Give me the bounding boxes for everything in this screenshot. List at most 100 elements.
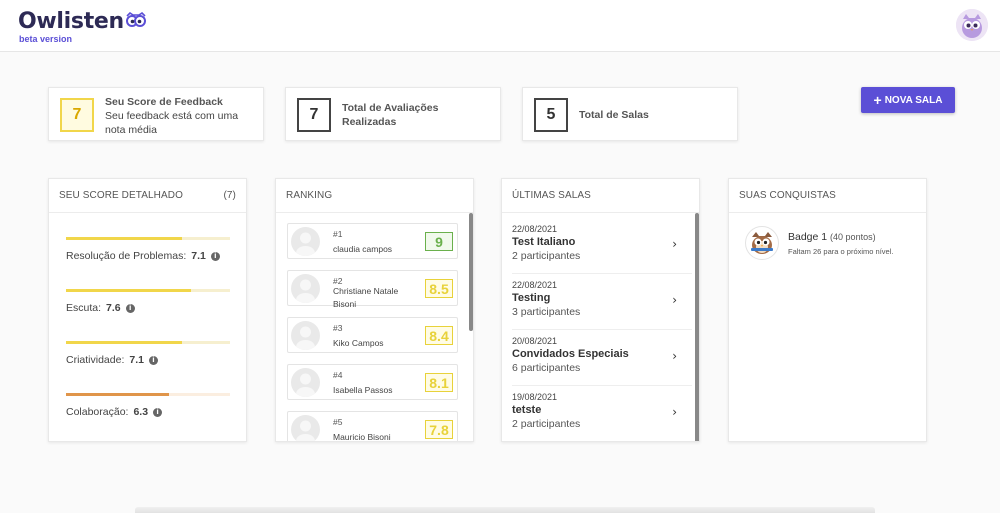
room-date: 22/08/2021: [512, 280, 558, 290]
score-value: 7.1: [191, 250, 206, 262]
room-item[interactable]: 22/08/2021 Test Italiano 2 participantes: [512, 224, 692, 262]
logo-text: Owlisten: [18, 9, 124, 34]
ranking-name: Christiane Natale Bisoni: [333, 286, 399, 309]
rooms-card: 5 Total de Salas: [522, 87, 738, 141]
score-label-text: Resolução de Problemas:: [66, 250, 187, 262]
footer-edge: [135, 507, 875, 513]
score-panel-header: SEU SCORE DETALHADO (7): [49, 179, 246, 213]
evaluations-title: Total de Avaliações Realizadas: [342, 102, 439, 128]
chevron-right-icon[interactable]: ›: [672, 349, 677, 363]
room-participants: 2 participantes: [512, 418, 581, 430]
rooms-value: 5: [534, 98, 568, 132]
new-room-label: NOVA SALA: [884, 94, 943, 106]
score-bar: [66, 393, 230, 396]
room-participants: 3 participantes: [512, 306, 581, 318]
ranking-row[interactable]: #1 claudia campos 9: [287, 223, 458, 259]
recent-rooms-scrollbar[interactable]: [695, 213, 699, 441]
user-placeholder-icon: [291, 227, 320, 256]
room-date: 20/08/2021: [512, 336, 558, 346]
chevron-right-icon[interactable]: ›: [672, 405, 677, 419]
info-icon[interactable]: i: [153, 407, 163, 417]
ranking-scrollbar[interactable]: [469, 213, 473, 331]
ranking-name: Kiko Campos: [333, 338, 384, 348]
score-panel: SEU SCORE DETALHADO (7) Resolução de Pro…: [48, 178, 247, 442]
recent-rooms-header: ÚLTIMAS SALAS: [502, 179, 699, 213]
score-label: Resolução de Problemas: 7.1 i: [66, 250, 230, 262]
ranking-name: claudia campos: [333, 244, 393, 254]
score-bar: [66, 237, 230, 240]
room-divider: [512, 441, 692, 442]
ranking-panel: RANKING #1 claudia campos 9 #2 Christiane Na…: [275, 178, 474, 442]
score-item: Resolução de Problemas: 7.1 i: [66, 237, 230, 262]
room-title: Testing: [512, 292, 551, 304]
score-bar: [66, 341, 230, 344]
feedback-score-label: Seu Score de Feedback Seu feedback está …: [105, 95, 255, 137]
ranking-score: 7.8: [425, 420, 453, 439]
achievements-title: SUAS CONQUISTAS: [739, 190, 836, 201]
score-panel-count: (7): [223, 190, 236, 201]
score-value: 7.1: [129, 354, 144, 366]
badge-name: Badge 1: [788, 231, 828, 243]
room-item[interactable]: 22/08/2021 Testing 3 participantes: [512, 280, 692, 318]
evaluations-label: Total de Avaliações Realizadas: [342, 101, 462, 129]
room-title: Convidados Especiais: [512, 348, 629, 360]
score-label: Escuta: 7.6 i: [66, 302, 230, 314]
new-room-button[interactable]: + NOVA SALA: [861, 87, 955, 113]
room-title: tetste: [512, 404, 542, 416]
room-date: 19/08/2021: [512, 392, 558, 402]
user-placeholder-icon: [291, 415, 320, 441]
evaluations-value: 7: [297, 98, 331, 132]
score-label-text: Escuta:: [66, 302, 102, 314]
ranking-row[interactable]: #2 Christiane Natale Bisoni 8.5: [287, 270, 458, 309]
room-participants: 6 participantes: [512, 362, 581, 374]
score-label-text: Colaboração:: [66, 406, 129, 418]
ranking-header: RANKING: [276, 179, 473, 213]
score-item: Colaboração: 6.3 i: [66, 393, 230, 418]
owl-logo-icon: [125, 11, 147, 33]
ranking-row[interactable]: #3 Kiko Campos 8.4: [287, 317, 458, 353]
ranking-title: RANKING: [286, 190, 333, 201]
info-icon[interactable]: i: [210, 251, 220, 261]
feedback-score-title: Seu Score de Feedback: [105, 96, 223, 108]
ranking-score: 9: [425, 232, 453, 251]
user-avatar[interactable]: [956, 9, 988, 41]
user-placeholder-icon: [291, 321, 320, 350]
room-item[interactable]: 20/08/2021 Convidados Especiais 6 particip…: [512, 336, 692, 374]
room-item[interactable]: 19/08/2021 tetste 2 participantes: [512, 392, 692, 430]
feedback-score-desc: Seu feedback está com uma nota média: [105, 110, 239, 136]
logo-subtitle: beta version: [19, 34, 73, 44]
room-participants: 2 participantes: [512, 250, 581, 262]
ranking-row[interactable]: #4 Isabella Passos 8.1: [287, 364, 458, 400]
badge-icon: [745, 226, 779, 260]
recent-rooms-panel: ÚLTIMAS SALAS 22/08/2021 Test Italiano 2 p…: [501, 178, 700, 442]
score-value: 7.6: [106, 302, 121, 314]
app-logo[interactable]: Owlisten beta version: [18, 9, 147, 44]
score-label-text: Criatividade:: [66, 354, 125, 366]
rooms-title: Total de Salas: [579, 109, 649, 121]
chevron-right-icon[interactable]: ›: [672, 237, 677, 251]
room-divider: [512, 385, 692, 386]
ranking-position: #3: [333, 323, 343, 333]
info-icon[interactable]: i: [148, 355, 158, 365]
chevron-right-icon[interactable]: ›: [672, 293, 677, 307]
score-bar-fill: [66, 393, 170, 396]
score-item: Criatividade: 7.1 i: [66, 341, 230, 366]
score-label: Colaboração: 6.3 i: [66, 406, 230, 418]
ranking-score: 8.5: [425, 279, 453, 298]
feedback-score-value: 7: [60, 98, 94, 132]
achievements-header: SUAS CONQUISTAS: [729, 179, 926, 213]
ranking-row[interactable]: #5 Mauricio Bisoni 7.8: [287, 411, 458, 441]
achievements-panel: SUAS CONQUISTAS Badge 1 (40 pontos) Falt…: [728, 178, 927, 442]
ranking-position: #4: [333, 370, 343, 380]
badge-title: Badge 1 (40 pontos): [788, 231, 876, 243]
score-bar: [66, 289, 230, 292]
rooms-label: Total de Salas: [579, 108, 649, 122]
info-icon[interactable]: i: [125, 303, 135, 313]
score-bar-fill: [66, 289, 191, 292]
ranking-score: 8.4: [425, 326, 453, 345]
badge-points: (40 pontos): [830, 232, 876, 242]
user-placeholder-icon: [291, 368, 320, 397]
plus-icon: +: [873, 92, 882, 108]
score-bar-fill: [66, 237, 183, 240]
badge-subtitle: Faltam 26 para o próximo nível.: [788, 247, 894, 256]
